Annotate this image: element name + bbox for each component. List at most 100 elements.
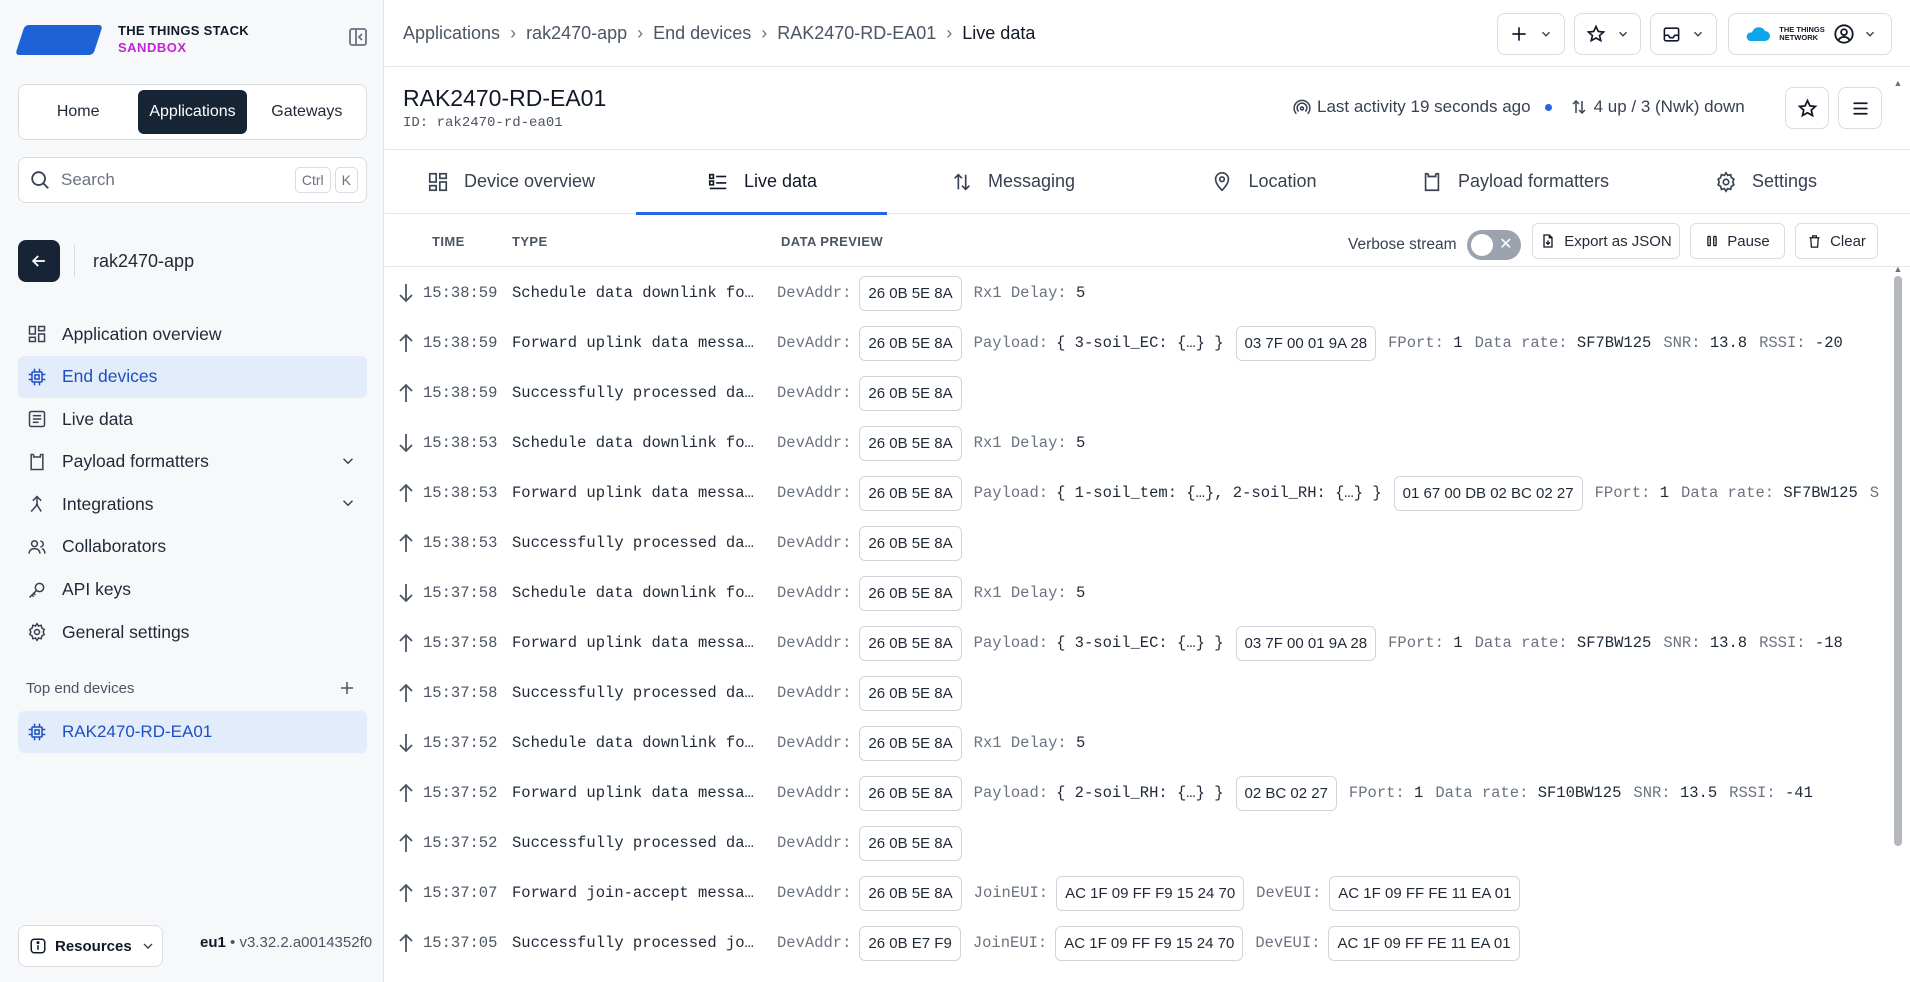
sidebar-item-collaborators[interactable]: Collaborators (18, 526, 367, 568)
payload-bytes-chip[interactable]: 03 7F 00 01 9A 28 (1235, 325, 1377, 361)
sidebar: THE THINGS STACK SANDBOX Home Applicatio… (0, 0, 384, 982)
account-menu-button[interactable]: THE THINGS NETWORK (1728, 13, 1892, 55)
table-row[interactable]: 15:38:53 Forward uplink data message DevAd… (385, 468, 1885, 518)
sidebar-item-application-overview[interactable]: Application overview (18, 313, 367, 355)
tab-payload-formatters[interactable]: Payload formatters (1389, 150, 1640, 213)
arrow-down-icon (397, 732, 417, 754)
hamburger-menu-icon (1850, 98, 1871, 119)
joineui-chip[interactable]: AC 1F 09 FF F9 15 24 70 (1056, 875, 1245, 911)
breadcrumb-applications[interactable]: Applications (403, 23, 500, 44)
event-data-preview: DevAddr: 26 0B 5E 8A Payload: { 1-soil_tem:… (777, 475, 1883, 511)
payload-value: { 1-soil_tem: {…}, 2-soil_RH: {…} } (1056, 484, 1382, 502)
chevron-down-icon[interactable] (339, 452, 357, 470)
devaddr-chip[interactable]: 26 0B 5E 8A (859, 525, 962, 561)
payload-bytes-chip[interactable]: 02 BC 02 27 (1235, 775, 1337, 811)
table-row[interactable]: 15:37:52 Forward uplink data message DevAd… (385, 768, 1885, 818)
event-type: Successfully processed dat… (512, 684, 760, 702)
sidebar-item-integrations[interactable]: Integrations (18, 483, 367, 525)
bookmarks-menu-button[interactable] (1574, 13, 1641, 55)
deveui-chip[interactable]: AC 1F 09 FF FE 11 EA 01 (1328, 925, 1520, 961)
devaddr-chip[interactable]: 26 0B 5E 8A (859, 425, 962, 461)
table-row[interactable]: 15:37:58 Successfully processed dat… DevAd… (385, 668, 1885, 718)
devaddr-chip[interactable]: 26 0B 5E 8A (859, 825, 962, 861)
event-field-label: RSSI: (1759, 634, 1806, 652)
event-type: Schedule data downlink for… (512, 284, 760, 302)
event-type: Forward uplink data message (512, 484, 760, 502)
devaddr-chip[interactable]: 26 0B 5E 8A (859, 875, 962, 911)
event-field: Rx1 Delay: 5 (974, 284, 1086, 302)
table-row[interactable]: 15:37:52 Successfully processed dat… DevAd… (385, 818, 1885, 868)
devaddr-label: DevAddr: (777, 784, 852, 802)
tab-live-data[interactable]: Live data (636, 150, 887, 215)
list-scroll-up-arrow[interactable]: ▲ (1893, 264, 1903, 274)
event-field-value: 1 (1414, 784, 1424, 802)
sidebar-item-general-settings[interactable]: General settings (18, 611, 367, 653)
device-menu-button[interactable] (1838, 87, 1882, 129)
back-button[interactable] (18, 240, 60, 282)
event-field-value: -20 (1814, 334, 1843, 352)
chevron-down-icon[interactable] (339, 494, 357, 512)
breadcrumb-device[interactable]: RAK2470-RD-EA01 (777, 23, 936, 44)
version-label: v3.32.2.a0014352f0 (239, 934, 373, 951)
table-row[interactable]: 15:37:58 Schedule data downlink for… DevAd… (385, 568, 1885, 618)
page-scroll-up-arrow[interactable]: ▲ (1893, 78, 1903, 88)
export-json-button[interactable]: Export as JSON (1532, 223, 1680, 259)
table-row[interactable]: 15:37:07 Forward join-accept message DevAd… (385, 868, 1885, 918)
add-menu-button[interactable] (1497, 13, 1565, 55)
devaddr-chip[interactable]: 26 0B 5E 8A (859, 775, 962, 811)
table-row[interactable]: 15:38:59 Successfully processed dat… DevAd… (385, 368, 1885, 418)
bookmark-device-button[interactable] (1785, 87, 1829, 129)
gear-icon (1714, 170, 1738, 194)
tab-device-overview[interactable]: Device overview (385, 150, 636, 213)
table-row[interactable]: 15:37:52 Schedule data downlink for… DevAd… (385, 718, 1885, 768)
sidebar-item-api-keys[interactable]: API keys (18, 569, 367, 611)
event-type: Successfully processed dat… (512, 834, 760, 852)
collapse-sidebar-icon[interactable] (346, 25, 370, 49)
payload-bytes-chip[interactable]: 03 7F 00 01 9A 28 (1235, 625, 1377, 661)
search-input[interactable]: Search Ctrl K (18, 157, 367, 203)
devaddr-chip[interactable]: 26 0B 5E 8A (859, 575, 962, 611)
home-button[interactable]: Home (24, 90, 132, 134)
event-field: FPort: 1 (1388, 634, 1462, 652)
devaddr-chip[interactable]: 26 0B E7 F9 (859, 925, 961, 961)
applications-button[interactable]: Applications (138, 90, 247, 134)
deveui-chip[interactable]: AC 1F 09 FF FE 11 EA 01 (1329, 875, 1521, 911)
devaddr-chip[interactable]: 26 0B 5E 8A (859, 625, 962, 661)
devaddr-chip[interactable]: 26 0B 5E 8A (859, 475, 962, 511)
table-row[interactable]: 15:38:53 Schedule data downlink for… DevAd… (385, 418, 1885, 468)
payload-bytes-chip[interactable]: 01 67 00 DB 02 BC 02 27 (1393, 475, 1583, 511)
table-row[interactable]: 15:38:59 Schedule data downlink for… DevAd… (385, 268, 1885, 318)
devaddr-chip[interactable]: 26 0B 5E 8A (859, 375, 962, 411)
table-row[interactable]: 15:37:05 Successfully processed joi… DevAd… (385, 918, 1885, 968)
table-row[interactable]: 15:37:58 Forward uplink data message DevAd… (385, 618, 1885, 668)
sidebar-item-label: Application overview (62, 323, 222, 344)
table-row[interactable]: 15:38:59 Forward uplink data message DevAd… (385, 318, 1885, 368)
devaddr-chip[interactable]: 26 0B 5E 8A (859, 725, 962, 761)
tab-settings[interactable]: Settings (1640, 150, 1891, 213)
verbose-stream-toggle[interactable]: ✕ (1466, 230, 1521, 260)
plus-icon[interactable] (338, 679, 356, 697)
top-end-device-item[interactable]: RAK2470-RD-EA01 (18, 711, 367, 753)
event-type: Forward uplink data message (512, 334, 760, 352)
tab-messaging[interactable]: Messaging (887, 150, 1138, 213)
clear-button[interactable]: Clear (1795, 223, 1878, 259)
event-field-label: Data rate: (1474, 634, 1568, 652)
sidebar-item-payload-formatters[interactable]: Payload formatters (18, 441, 367, 483)
joineui-chip[interactable]: AC 1F 09 FF F9 15 24 70 (1055, 925, 1244, 961)
sidebar-item-label: Collaborators (62, 536, 167, 557)
sidebar-item-end-devices[interactable]: End devices (18, 355, 367, 398)
sidebar-item-live-data[interactable]: Live data (18, 398, 367, 440)
devaddr-chip[interactable]: 26 0B 5E 8A (859, 675, 962, 711)
breadcrumb-end-devices[interactable]: End devices (653, 23, 751, 44)
logo[interactable]: THE THINGS STACK SANDBOX (15, 22, 249, 56)
user-avatar-icon (1833, 23, 1855, 45)
pause-button[interactable]: Pause (1690, 223, 1785, 259)
devaddr-chip[interactable]: 26 0B 5E 8A (859, 275, 962, 311)
resources-button[interactable]: Resources (18, 925, 163, 967)
table-row[interactable]: 15:38:53 Successfully processed dat… DevAd… (385, 518, 1885, 568)
notifications-menu-button[interactable] (1650, 13, 1717, 55)
tab-location[interactable]: Location (1138, 150, 1389, 213)
breadcrumb-application[interactable]: rak2470-app (526, 23, 627, 44)
devaddr-chip[interactable]: 26 0B 5E 8A (859, 325, 962, 361)
gateways-button[interactable]: Gateways (253, 90, 361, 134)
